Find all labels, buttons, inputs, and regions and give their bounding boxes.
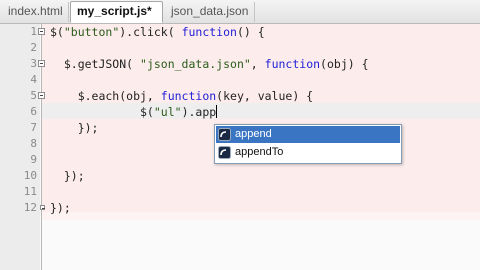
code-token: function bbox=[181, 25, 237, 39]
gutter-row: 8 bbox=[20, 136, 48, 152]
code-token: function bbox=[160, 89, 217, 103]
code-line[interactable]: }); bbox=[50, 200, 71, 216]
code-token: function bbox=[264, 57, 321, 71]
line-number: 10 bbox=[23, 169, 37, 182]
code-token: (obj) { bbox=[320, 57, 369, 71]
code-token: "button" bbox=[63, 25, 120, 39]
code-token: (key, value) { bbox=[216, 89, 314, 103]
code-line[interactable]: $("button").click( function() { bbox=[50, 24, 265, 40]
line-number: 1 bbox=[30, 25, 37, 38]
gutter-row: 6 bbox=[20, 104, 48, 120]
autocomplete-popup[interactable]: append appendTo bbox=[214, 124, 402, 164]
code-token: () { bbox=[236, 25, 265, 39]
gutter-row: 3 bbox=[20, 56, 48, 72]
gutter-row: 10 bbox=[20, 168, 48, 184]
line-number: 12 bbox=[23, 201, 37, 214]
line-number: 8 bbox=[30, 137, 37, 150]
text-caret bbox=[216, 105, 218, 118]
gutter-row: 2 bbox=[20, 40, 48, 56]
code-token: "json_data.json" bbox=[140, 57, 251, 71]
method-icon bbox=[218, 146, 231, 159]
editor-side-strip bbox=[0, 24, 21, 270]
tab-index-html[interactable]: index.html bbox=[2, 2, 69, 22]
code-token: $( bbox=[50, 105, 154, 119]
gutter-row: 1 bbox=[20, 24, 48, 40]
tab-my-script-js[interactable]: my_script.js* bbox=[70, 1, 163, 23]
code-token: ).click( bbox=[119, 25, 182, 39]
fold-toggle-icon[interactable] bbox=[38, 60, 45, 67]
gutter-row: 7 bbox=[20, 120, 48, 136]
fold-toggle-icon[interactable] bbox=[38, 92, 45, 99]
autocomplete-item-label: append bbox=[235, 128, 272, 140]
code-token: , bbox=[250, 57, 265, 71]
tab-bar: index.html my_script.js* json_data.json bbox=[0, 0, 480, 24]
fold-end-marker-icon bbox=[40, 205, 45, 210]
gutter-row: 12 bbox=[20, 200, 48, 216]
code-line[interactable]: $.each(obj, function(key, value) { bbox=[50, 88, 313, 104]
code-token: $.getJSON( bbox=[50, 57, 141, 71]
code-line[interactable]: }); bbox=[50, 168, 85, 184]
code-line[interactable]: $.getJSON( "json_data.json", function(ob… bbox=[50, 56, 369, 72]
code-token: $.each(obj, bbox=[50, 89, 161, 103]
gutter-row: 4 bbox=[20, 72, 48, 88]
tab-json-data-json[interactable]: json_data.json bbox=[165, 2, 255, 22]
line-number: 4 bbox=[30, 73, 37, 86]
gutter-row: 5 bbox=[20, 88, 48, 104]
code-editor[interactable]: 1 2 3 4 5 6 7 8 9 10 11 12 $("button").c… bbox=[0, 24, 480, 270]
line-number: 11 bbox=[23, 185, 37, 198]
autocomplete-item-appendto[interactable]: appendTo bbox=[216, 144, 400, 161]
code-token: $( bbox=[50, 25, 64, 39]
code-token: }); bbox=[50, 169, 85, 183]
gutter-row: 9 bbox=[20, 152, 48, 168]
line-number: 2 bbox=[30, 41, 37, 54]
code-line[interactable]: }); bbox=[50, 120, 99, 136]
fold-toggle-icon[interactable] bbox=[38, 28, 45, 35]
code-token: "ul" bbox=[153, 105, 182, 119]
line-number: 7 bbox=[30, 121, 37, 134]
line-number: 9 bbox=[30, 153, 37, 166]
line-number: 3 bbox=[30, 57, 37, 70]
method-icon bbox=[218, 128, 231, 141]
line-number: 6 bbox=[30, 105, 37, 118]
code-line[interactable]: $("ul").app bbox=[50, 104, 218, 120]
autocomplete-item-append[interactable]: append bbox=[216, 126, 400, 143]
line-number: 5 bbox=[30, 89, 37, 102]
code-token: }); bbox=[50, 201, 71, 215]
gutter-row: 11 bbox=[20, 184, 48, 200]
code-token: ).app bbox=[181, 105, 217, 119]
code-token: }); bbox=[50, 121, 99, 135]
function-region-highlight-end bbox=[42, 212, 480, 220]
autocomplete-item-label: appendTo bbox=[235, 146, 284, 158]
